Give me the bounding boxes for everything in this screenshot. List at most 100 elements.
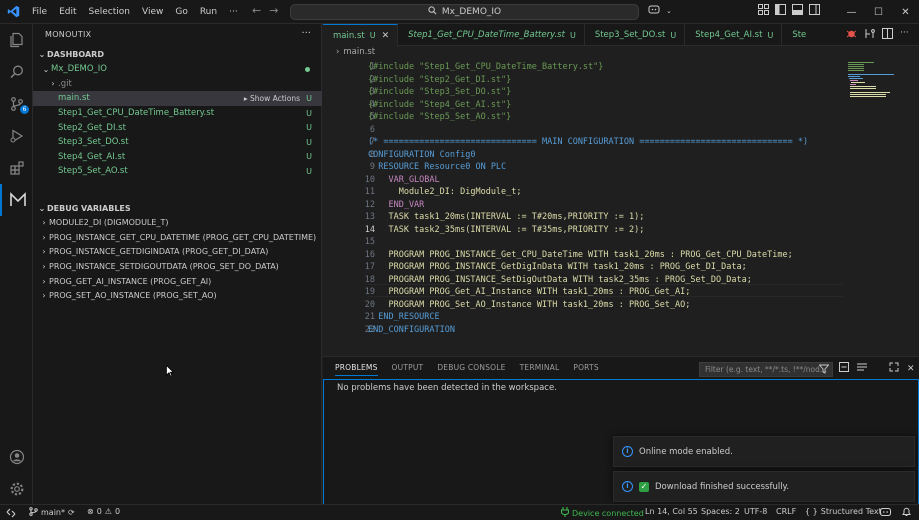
accounts-icon[interactable] — [0, 441, 33, 473]
tab-step3[interactable]: Step3_Set_DO.st U — [585, 24, 686, 46]
show-actions-button[interactable]: ▸ Show Actions — [244, 94, 300, 103]
copilot-status-icon[interactable] — [880, 507, 891, 517]
tree-item-label: .git — [58, 78, 72, 89]
filter-placeholder: Filter (e.g. text, **/*.ts, !**/nod... — [705, 365, 828, 374]
debug-var-row[interactable]: › PROG_SET_AO_INSTANCE (PROG_SET_AO) — [33, 289, 322, 304]
explorer-icon[interactable] — [0, 24, 33, 56]
indentation[interactable]: Spaces: 2 — [701, 507, 740, 516]
language-label: Structured Text — [820, 507, 882, 516]
debug-var-label: PROG_INSTANCE_GET_CPU_DATETIME (PROG_GET… — [49, 232, 317, 242]
code-line: END_VAR — [368, 199, 425, 210]
tab-ports[interactable]: PORTS — [573, 363, 598, 376]
forward-arrow-icon[interactable]: → — [269, 4, 278, 17]
tree-item-step3[interactable]: Step3_Set_DO.st U — [33, 135, 322, 150]
customize-layout-icon[interactable] — [758, 4, 769, 18]
filter-icon[interactable] — [818, 364, 830, 376]
menu-go[interactable]: Go — [169, 0, 193, 24]
menu-edit[interactable]: Edit — [53, 0, 82, 24]
chevron-down-icon[interactable]: ⌄ — [666, 7, 672, 15]
code-editor[interactable]: 1 2 3 4 5 6 7 8 9 10 11 12 13 14 15 16 1… — [323, 58, 919, 354]
code-line: PROGRAM PROG_Set_AO_Instance WITH task1_… — [368, 299, 691, 310]
tab-label: Step4_Get_AI.st — [695, 30, 763, 40]
debug-bug-icon[interactable] — [846, 28, 857, 42]
maximize-panel-icon[interactable] — [889, 362, 899, 375]
debug-var-row[interactable]: › PROG_INSTANCE_GETDIGINDATA (PROG_GET_D… — [33, 245, 322, 260]
run-debug-icon[interactable] — [0, 120, 33, 152]
sidebar-more-actions[interactable]: ··· — [301, 28, 311, 39]
minimap-line — [851, 82, 865, 83]
close-window-icon[interactable]: ✕ — [892, 7, 919, 18]
split-editor-icon[interactable] — [882, 28, 893, 42]
monoutix-icon[interactable] — [0, 184, 33, 216]
menu-file[interactable]: File — [26, 0, 53, 24]
tab-step4[interactable]: Step4_Get_AI.st U — [685, 24, 783, 46]
tab-problems[interactable]: PROBLEMS — [335, 363, 378, 376]
minimap[interactable] — [846, 60, 906, 100]
extensions-icon[interactable] — [0, 152, 33, 184]
source-control-icon[interactable]: 6 — [0, 88, 33, 120]
tab-output[interactable]: OUTPUT — [392, 363, 424, 376]
chevron-right-icon: › — [42, 291, 46, 301]
device-status[interactable]: Device connected — [560, 507, 644, 519]
editor-tabs: main.st U ✕ Step1_Get_CPU_DateTime_Batte… — [323, 24, 919, 46]
tree-item-git[interactable]: › .git — [33, 77, 322, 92]
root-folder[interactable]: ⌄ Mx_DEMO_IO — [33, 62, 322, 77]
more-actions-icon[interactable]: ··· — [900, 28, 909, 42]
remote-indicator[interactable] — [0, 505, 22, 520]
notification-download[interactable]: i ✓ Download finished successfully. — [613, 471, 915, 502]
menu-run[interactable]: Run — [194, 0, 223, 24]
tab-debug-console[interactable]: DEBUG CONSOLE — [437, 363, 505, 376]
breadcrumb-file[interactable]: main.st — [343, 47, 375, 57]
notifications-bell-icon[interactable] — [902, 507, 911, 517]
maximize-icon[interactable]: ☐ — [865, 7, 892, 18]
tab-step5-truncated[interactable]: Ste — [782, 24, 814, 46]
encoding[interactable]: UTF-8 — [744, 507, 767, 516]
language-mode[interactable]: { } Structured Text — [805, 507, 882, 516]
debug-var-row[interactable]: › PROG_INSTANCE_SETDIGOUTDATA (PROG_SET_… — [33, 259, 322, 274]
debug-variables-section-header[interactable]: ⌄ DEBUG VARIABLES — [33, 201, 322, 215]
panel-actions: ✕ — [839, 362, 915, 375]
compare-changes-icon[interactable] — [864, 28, 875, 42]
debug-var-row[interactable]: › PROG_INSTANCE_GET_CPU_DATETIME (PROG_G… — [33, 230, 322, 245]
search-icon[interactable] — [0, 56, 33, 88]
back-arrow-icon[interactable]: ← — [252, 4, 261, 17]
copilot-icon[interactable] — [648, 4, 660, 18]
debug-var-row[interactable]: › MODULE2_DI (DIGMODULE_T) — [33, 216, 322, 231]
toggle-panel-icon[interactable] — [792, 4, 803, 18]
dashboard-section-header[interactable]: ⌄ DASHBOARD — [33, 47, 322, 61]
cursor-position[interactable]: Ln 14, Col 55 — [645, 507, 698, 516]
menu-view[interactable]: View — [136, 0, 169, 24]
collapse-all-icon[interactable] — [839, 362, 849, 375]
settings-gear-icon[interactable] — [0, 473, 33, 505]
tab-step1[interactable]: Step1_Get_CPU_DateTime_Battery.st U — [398, 24, 585, 46]
tab-terminal[interactable]: TERMINAL — [520, 363, 560, 376]
close-panel-icon[interactable]: ✕ — [907, 364, 915, 374]
tab-main-st[interactable]: main.st U ✕ — [323, 24, 399, 46]
close-icon[interactable]: ✕ — [382, 31, 390, 41]
git-branch[interactable]: main* ⟳ — [29, 507, 75, 518]
tree-item-step1[interactable]: Step1_Get_CPU_DateTime_Battery.st U — [33, 106, 322, 121]
problems-counter[interactable]: ⊗ 0 ⚠ 0 — [87, 507, 120, 516]
code-line: PROGRAM PROG_Get_AI_Instance WITH task1_… — [368, 287, 691, 297]
tree-item-step5[interactable]: Step5_Set_AO.st U — [33, 164, 322, 179]
sync-icon: ⟳ — [68, 508, 75, 517]
tab-label: Step3_Set_DO.st — [594, 30, 666, 40]
line-ending[interactable]: CRLF — [776, 507, 796, 516]
problems-filter-input[interactable]: Filter (e.g. text, **/*.ts, !**/nod... — [699, 362, 833, 377]
menu-selection[interactable]: Selection — [83, 0, 136, 24]
toggle-secondary-sidebar-icon[interactable] — [809, 4, 820, 18]
menu-more[interactable]: ··· — [223, 0, 244, 24]
notification-online-mode[interactable]: i Online mode enabled. — [613, 436, 915, 467]
code-line: RESOURCE Resource0 ON PLC — [368, 162, 507, 172]
tree-item-label: main.st — [58, 93, 90, 104]
tree-item-step2[interactable]: Step2_Get_DI.st U — [33, 120, 322, 135]
view-as-list-icon[interactable] — [857, 362, 867, 375]
command-center[interactable]: Mx_DEMO_IO — [290, 4, 639, 20]
debug-var-row[interactable]: › PROG_GET_AI_INSTANCE (PROG_GET_AI) — [33, 274, 322, 289]
tree-item-step4[interactable]: Step4_Get_AI.st U — [33, 150, 322, 165]
minimize-icon[interactable]: — — [838, 7, 865, 18]
code-line: TASK task2_35ms(INTERVAL := T#35ms,PRIOR… — [368, 224, 645, 235]
tree-item-main-st[interactable]: main.st ▸ Show Actions U — [33, 91, 322, 106]
tree-item-label: Step5_Set_AO.st — [58, 166, 128, 177]
toggle-primary-sidebar-icon[interactable] — [775, 4, 786, 18]
